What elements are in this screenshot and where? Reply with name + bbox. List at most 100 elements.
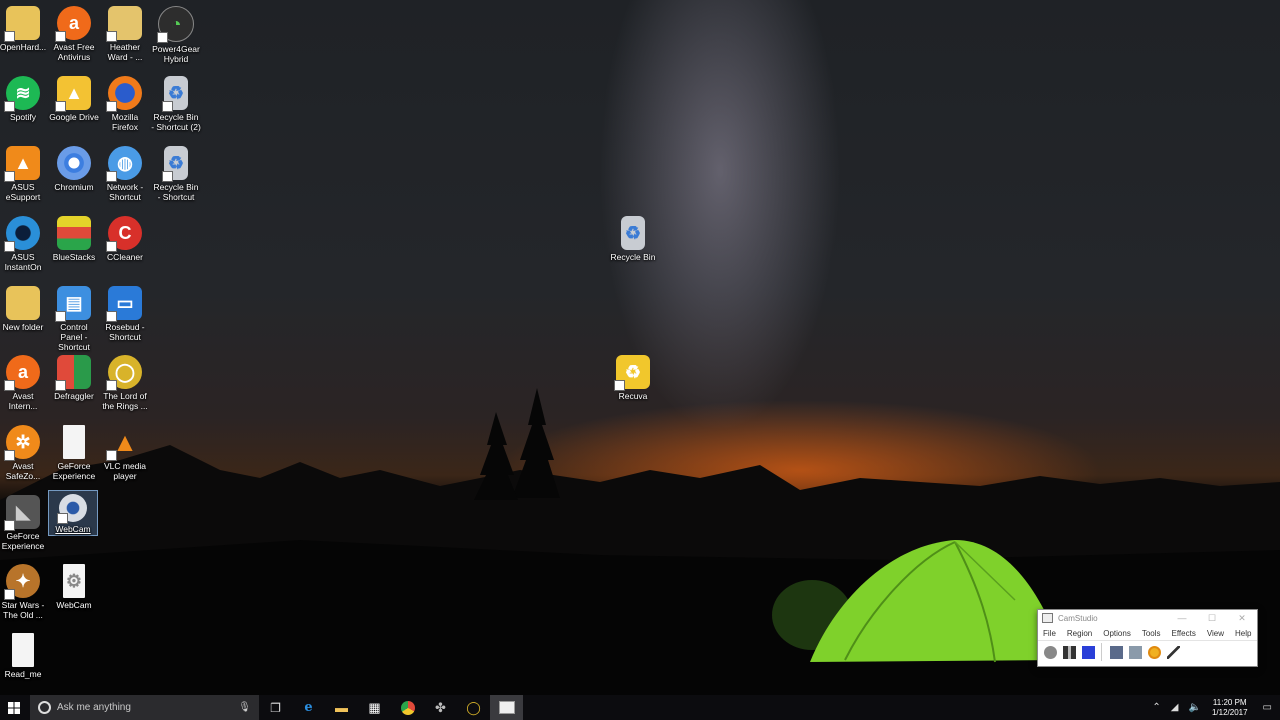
chrome-icon[interactable]: [391, 695, 424, 720]
desktop-icon-recycle-bin-shortcut[interactable]: ♻ Recycle Bin - Shortcut: [151, 143, 201, 211]
desktop-icon-webcam-selected[interactable]: WebCam: [48, 490, 98, 536]
menu-file[interactable]: File: [1043, 629, 1056, 638]
desktop-icon-asus-esupport[interactable]: ▲ ASUS eSupport: [0, 143, 48, 211]
desktop-icon-avast-safezone[interactable]: ✲ Avast SafeZo...: [0, 422, 48, 490]
pause-icon[interactable]: [1063, 645, 1076, 659]
folder-icon: [4, 6, 40, 42]
desktop-icon-star-wars[interactable]: ✦ Star Wars - The Old ...: [0, 561, 48, 629]
ccleaner-icon: C: [106, 216, 142, 252]
app-icon[interactable]: ✤: [424, 695, 457, 720]
network-icon: ◍: [106, 146, 142, 182]
chromium-icon: [57, 146, 91, 180]
desktop-icon-control-panel[interactable]: ▤ Control Panel - Shortcut: [49, 283, 99, 352]
clock-date: 1/12/2017: [1211, 707, 1248, 717]
desktop-icon-defraggler[interactable]: Defraggler: [49, 352, 99, 420]
desktop-icon-ccleaner[interactable]: C CCleaner: [100, 213, 150, 281]
camstudio-menubar: File Region Options Tools Effects View H…: [1038, 626, 1257, 640]
lotr-icon[interactable]: ◯: [457, 695, 490, 720]
taskbar: Ask me anything 🎙 ❐ e ▬ ▦ ✤ ◯ ⌃ ◢ 🔈 11:2…: [0, 695, 1280, 720]
sun-icon[interactable]: [1148, 645, 1161, 659]
desktop-icon-avast-free[interactable]: a Avast Free Antivirus: [49, 3, 99, 71]
user-folder-icon: [106, 6, 142, 42]
desktop-icon-heather-ward[interactable]: Heather Ward - ...: [100, 3, 150, 71]
record-icon[interactable]: [1044, 645, 1057, 659]
webcam-icon: [57, 494, 87, 524]
desktop-icon-firefox[interactable]: Mozilla Firefox: [100, 73, 150, 141]
desktop-icon-webcam-file[interactable]: ⚙ WebCam: [49, 561, 99, 629]
microphone-icon[interactable]: 🎙: [238, 702, 251, 713]
menu-effects[interactable]: Effects: [1172, 629, 1196, 638]
google-drive-icon: ▲: [55, 76, 91, 112]
search-placeholder: Ask me anything: [57, 702, 131, 713]
clock-time: 11:20 PM: [1212, 697, 1247, 707]
toolbar-separator: [1101, 643, 1102, 661]
desktop-icon-geforce-doc[interactable]: GeForce Experience: [49, 422, 99, 490]
folder-icon: [6, 286, 40, 320]
desktop-icon-network[interactable]: ◍ Network - Shortcut: [100, 143, 150, 211]
desktop-icon-power4gear[interactable]: ◔ Power4Gear Hybrid: [151, 3, 201, 71]
document-icon: [63, 425, 85, 459]
chevron-up-icon[interactable]: ⌃: [1152, 702, 1160, 713]
desktop-icon-recycle-bin-shortcut-2[interactable]: ♻ Recycle Bin - Shortcut (2): [151, 73, 201, 141]
desktop-icon-chromium[interactable]: Chromium: [49, 143, 99, 211]
recycle-bin-icon: ♻: [162, 76, 188, 112]
desktop-icon-avast-internet[interactable]: a Avast Intern...: [0, 352, 48, 420]
geforce-icon: ◣: [4, 495, 40, 531]
desktop-icon-read-me[interactable]: Read_me: [0, 630, 48, 698]
annotation-icon[interactable]: [1129, 645, 1142, 659]
firefox-icon: [106, 76, 142, 112]
region-icon[interactable]: [1110, 645, 1123, 659]
desktop-icon-new-folder[interactable]: New folder: [0, 283, 48, 351]
desktop-icon-recycle-bin[interactable]: ♻ Recycle Bin: [608, 213, 658, 281]
stop-icon[interactable]: [1082, 645, 1095, 659]
menu-options[interactable]: Options: [1103, 629, 1131, 638]
file-explorer-icon[interactable]: ▬: [325, 695, 358, 720]
clock[interactable]: 11:20 PM 1/12/2017: [1212, 698, 1248, 718]
power4gear-icon: ◔: [157, 6, 194, 43]
desktop-icon-openhardware[interactable]: OpenHard...: [0, 3, 48, 71]
menu-tools[interactable]: Tools: [1142, 629, 1161, 638]
settings-file-icon: ⚙: [63, 564, 85, 598]
desktop-icon-rosebud[interactable]: ▭ Rosebud - Shortcut: [100, 283, 150, 351]
desktop-icon-vlc[interactable]: ▲ VLC media player: [100, 422, 150, 490]
cortana-search-box[interactable]: Ask me anything 🎙: [30, 695, 259, 720]
desktop-icon-lotr[interactable]: ◯ The Lord of the Rings ...: [100, 352, 150, 420]
computer-icon: ▭: [106, 286, 142, 322]
asus-instanton-icon: [4, 216, 40, 252]
tree-silhouette-2: [474, 412, 518, 500]
maximize-button[interactable]: ☐: [1197, 613, 1227, 624]
desktop-icon-bluestacks[interactable]: BlueStacks: [49, 213, 99, 281]
menu-region[interactable]: Region: [1067, 629, 1092, 638]
camstudio-taskbar-icon[interactable]: [490, 695, 523, 720]
camstudio-window[interactable]: CamStudio — ☐ ✕ File Region Options Tool…: [1037, 609, 1258, 667]
system-tray: ⌃ ◢ 🔈 11:20 PM 1/12/2017 ▭: [1147, 695, 1280, 720]
action-center-icon[interactable]: ▭: [1263, 702, 1272, 713]
wifi-icon[interactable]: ◢: [1171, 702, 1179, 713]
desktop-icon-geforce-experience[interactable]: ◣ GeForce Experience: [0, 492, 48, 560]
start-button[interactable]: [0, 695, 28, 720]
task-view-icon[interactable]: ❐: [259, 695, 292, 720]
desktop-icon-spotify[interactable]: ≋ Spotify: [0, 73, 48, 141]
camstudio-titlebar[interactable]: CamStudio — ☐ ✕: [1038, 610, 1257, 626]
recycle-bin-icon: ♻: [162, 146, 188, 182]
camstudio-title: CamStudio: [1058, 613, 1098, 623]
desktop-icon-recuva[interactable]: ♻ Recuva: [608, 352, 658, 420]
lotr-icon: ◯: [106, 355, 142, 391]
menu-view[interactable]: View: [1207, 629, 1224, 638]
avast-safezone-icon: ✲: [4, 425, 40, 461]
minimize-button[interactable]: —: [1167, 613, 1197, 624]
menu-help[interactable]: Help: [1235, 629, 1251, 638]
desktop-icon-google-drive[interactable]: ▲ Google Drive: [49, 73, 99, 141]
tree-silhouette-1: [512, 388, 560, 498]
volume-icon[interactable]: 🔈: [1189, 702, 1201, 713]
avast-icon: a: [55, 6, 91, 42]
asus-esupport-icon: ▲: [4, 146, 40, 182]
spotify-icon: ≋: [4, 76, 40, 112]
close-button[interactable]: ✕: [1227, 613, 1257, 624]
autopan-icon[interactable]: [1167, 645, 1180, 659]
edge-icon[interactable]: e: [292, 695, 325, 720]
document-icon: [12, 633, 34, 667]
recycle-bin-icon: ♻: [621, 216, 645, 250]
desktop-icon-asus-instanton[interactable]: ASUS InstantOn: [0, 213, 48, 281]
store-icon[interactable]: ▦: [358, 695, 391, 720]
